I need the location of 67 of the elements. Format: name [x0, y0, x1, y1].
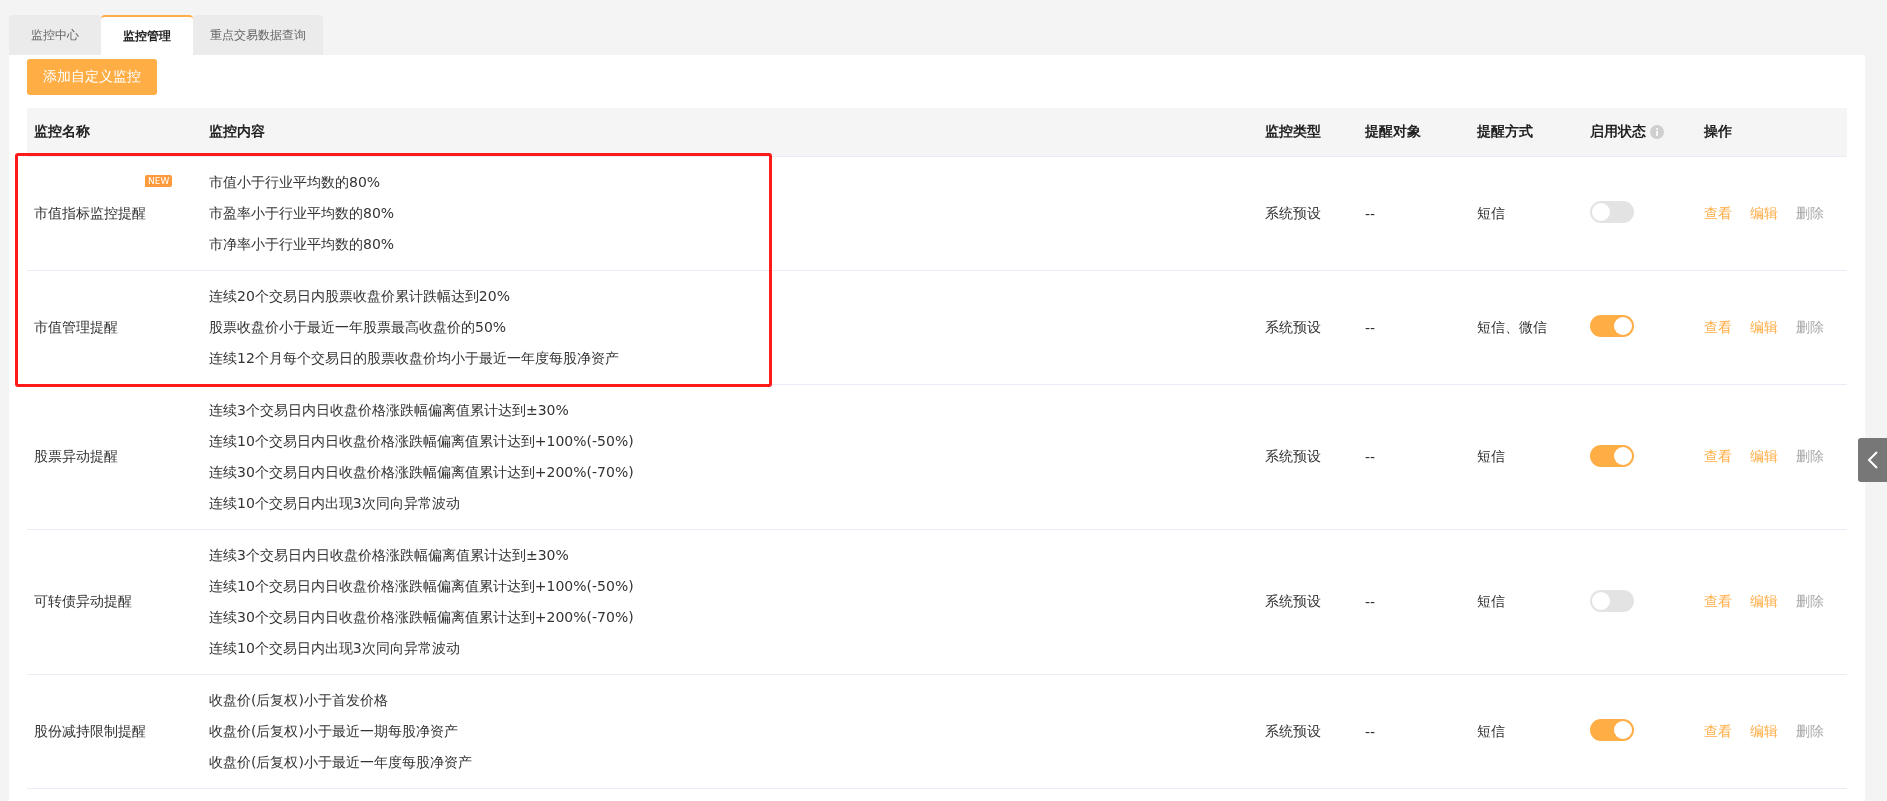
table-cell: 系统预设 [1265, 593, 1321, 609]
table-cell: -- [1365, 205, 1376, 222]
monitor-name: 股份减持限制提醒 [34, 722, 146, 739]
toggle-switch[interactable] [1590, 201, 1634, 223]
toggle-switch[interactable] [1590, 719, 1634, 741]
column-header: 提醒方式 [1477, 123, 1533, 139]
monitor-name: 市值指标监控提醒 [34, 204, 146, 221]
monitor-condition: 连续10个交易日内出现3次同向异常波动 [209, 639, 461, 658]
monitor-condition: 连续30个交易日内日收盘价格涨跌幅偏离值累计达到+200%(-70%) [209, 463, 635, 482]
column-header: 监控类型 [1265, 123, 1321, 139]
action-link[interactable]: 查看 [1704, 318, 1732, 337]
table-cell: 系统预设 [1265, 318, 1321, 335]
new-badge: NEW [145, 174, 173, 187]
table-cell: 短信 [1477, 448, 1505, 464]
monitor-condition: 连续10个交易日内日收盘价格涨跌幅偏离值累计达到+100%(-50%) [209, 577, 635, 596]
action-link[interactable]: 编辑 [1750, 448, 1778, 466]
monitor-condition: 收盘价(后复权)小于最近一期每股净资产 [209, 722, 459, 741]
action-link[interactable]: 查看 [1704, 593, 1732, 611]
monitor-condition: 连续12个月每个交易日的股票收盘价均小于最近一年度每股净资产 [209, 349, 620, 368]
action-link[interactable]: 查看 [1704, 722, 1732, 741]
column-header: 监控内容 [209, 123, 265, 139]
monitor-condition: 连续10个交易日内出现3次同向异常波动 [209, 494, 461, 513]
table-cell: 短信 [1477, 593, 1505, 609]
collapse-handle[interactable] [1858, 438, 1887, 482]
tab[interactable]: 监控管理 [101, 15, 193, 55]
monitor-condition: 连续10个交易日内日收盘价格涨跌幅偏离值累计达到+100%(-50%) [209, 432, 635, 451]
monitor-name: 股票异动提醒 [34, 448, 118, 464]
monitor-condition: 收盘价(后复权)小于最近一年度每股净资产 [209, 753, 473, 772]
table-cell: -- [1365, 723, 1376, 740]
table-cell: 系统预设 [1265, 448, 1321, 464]
toggle-switch[interactable] [1590, 589, 1634, 612]
action-link[interactable]: 编辑 [1750, 722, 1778, 741]
toggle-switch[interactable] [1590, 315, 1634, 337]
monitor-condition: 股票收盘价小于最近一年股票最高收盘价的50% [209, 318, 508, 337]
info-icon[interactable] [1650, 125, 1664, 139]
monitor-condition: 连续20个交易日内股票收盘价累计跌幅达到20% [209, 287, 511, 306]
monitor-name: 市值管理提醒 [34, 318, 118, 335]
monitor-condition: 市值小于行业平均数的80% [209, 173, 382, 192]
column-header: 提醒对象 [1365, 123, 1421, 139]
table-cell: 系统预设 [1265, 204, 1321, 221]
action-link[interactable]: 编辑 [1750, 204, 1778, 223]
table-cell: -- [1365, 319, 1376, 336]
column-header: 启用状态 [1590, 123, 1646, 141]
monitor-condition: 市净率小于行业平均数的80% [209, 235, 396, 254]
toggle-switch[interactable] [1590, 444, 1634, 467]
monitor-name: 可转债异动提醒 [34, 593, 132, 609]
table-cell: -- [1365, 449, 1376, 465]
chevron-left-icon [1866, 450, 1879, 470]
monitor-condition: 收盘价(后复权)小于首发价格 [209, 691, 389, 710]
table-cell: 短信 [1477, 722, 1505, 739]
monitor-condition: 市盈率小于行业平均数的80% [209, 204, 396, 223]
action-link[interactable]: 查看 [1704, 204, 1732, 223]
table-cell: 短信 [1477, 204, 1505, 221]
tab[interactable]: 监控中心 [9, 15, 101, 55]
action-link[interactable]: 编辑 [1750, 318, 1778, 337]
action-link[interactable]: 编辑 [1750, 593, 1778, 611]
monitor-condition: 连续30个交易日内日收盘价格涨跌幅偏离值累计达到+200%(-70%) [209, 608, 635, 627]
table-cell: -- [1365, 594, 1376, 610]
monitor-condition: 连续3个交易日内日收盘价格涨跌幅偏离值累计达到±30% [209, 546, 570, 565]
monitor-condition: 连续3个交易日内日收盘价格涨跌幅偏离值累计达到±30% [209, 401, 570, 420]
column-header: 监控名称 [34, 123, 90, 139]
add-custom-monitor-button[interactable]: 添加自定义监控 [27, 59, 157, 95]
tab[interactable]: 重点交易数据查询 [193, 15, 323, 55]
table-cell: 系统预设 [1265, 722, 1321, 739]
action-link[interactable]: 查看 [1704, 448, 1732, 466]
column-header: 操作 [1704, 123, 1732, 139]
table-cell: 短信、微信 [1477, 318, 1547, 335]
